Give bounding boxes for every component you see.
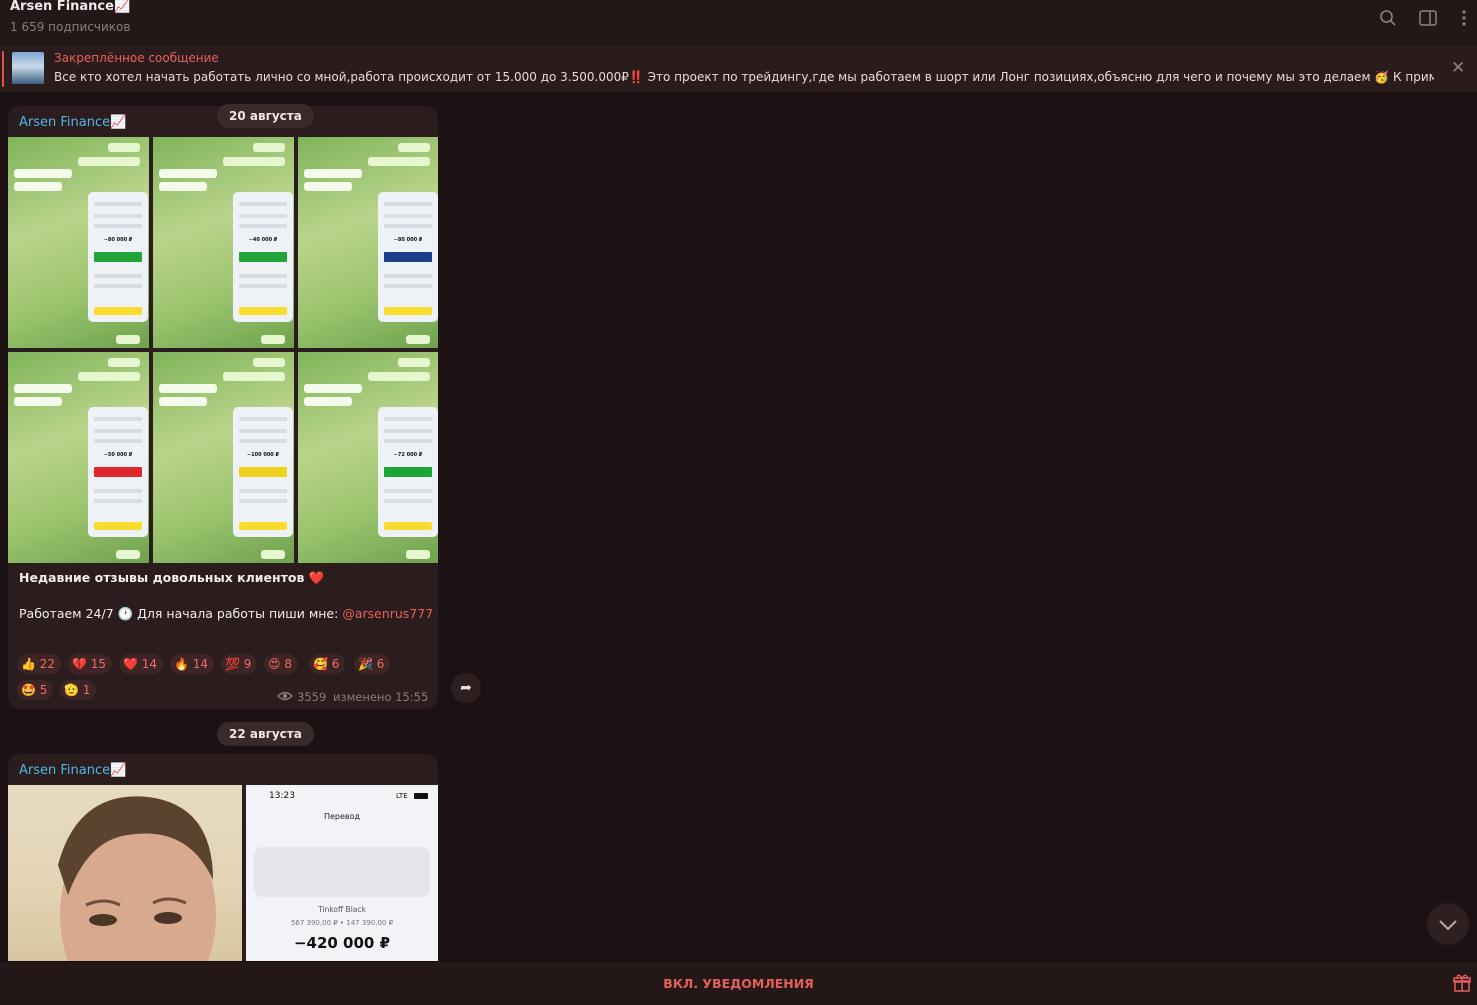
bottom-bar: ВКЛ. УВЕДОМЛЕНИЯ (0, 961, 1477, 1005)
pinned-indicator (2, 51, 4, 87)
receipt-blurred-block (254, 847, 430, 897)
reaction-emoji: 🫡 (64, 683, 83, 697)
channel-title[interactable]: Arsen Finance📈 (10, 0, 130, 14)
reaction-count: 15 (90, 657, 107, 671)
reaction-count: 9 (243, 657, 252, 671)
reaction-count: 5 (39, 683, 48, 697)
pinned-message[interactable]: Закреплённое сообщение Все кто хотел нач… (0, 45, 1477, 93)
receipt-card: Tinkoff Black (318, 905, 366, 914)
forward-icon[interactable]: ➦ (451, 673, 481, 703)
face-image (58, 796, 216, 961)
reaction-count: 6 (331, 657, 340, 671)
reaction-emoji: 🎉 (358, 657, 377, 671)
reaction-count: 6 (376, 657, 385, 671)
reaction-emoji: 🤩 (21, 683, 40, 697)
review-screenshot[interactable]: −80 000 ₽ (298, 137, 438, 348)
reaction-count: 14 (192, 657, 209, 671)
screenshot-amount: −80 000 ₽ (393, 237, 423, 243)
post-text-line1: Недавние отзывы довольных клиентов ❤️ (19, 570, 325, 585)
reaction-chip[interactable]: ❤️ 14 (119, 654, 164, 674)
chat-header: Arsen Finance📈 1 659 подписчиков (0, 0, 1477, 44)
review-screenshot[interactable]: −40 000 ₽ (153, 137, 294, 348)
reaction-count: 14 (141, 657, 158, 671)
reaction-chip[interactable]: 😍 8 (264, 654, 298, 674)
pinned-text: Все кто хотел начать работать лично со м… (54, 70, 1434, 84)
post-sender[interactable]: Arsen Finance📈 (19, 763, 126, 778)
video-thumbnail-face[interactable] (8, 785, 242, 961)
reaction-chip[interactable]: 💔 15 (68, 654, 113, 674)
view-count: 3559 (297, 690, 327, 704)
receipt-amount: −420 000 ₽ (293, 934, 391, 952)
receipt-balance: 567 390,00 ₽ • 147 390,00 ₽ (290, 919, 394, 927)
reaction-count: 1 (82, 683, 91, 697)
pinned-label: Закреплённое сообщение (54, 51, 219, 65)
review-screenshot[interactable]: −80 000 ₽ (8, 137, 149, 348)
date-separator: 22 августа (217, 722, 314, 746)
reaction-count: 8 (284, 657, 292, 671)
battery-icon (414, 793, 428, 799)
reaction-emoji: ❤️ (123, 657, 142, 671)
screenshot-amount: −100 000 ₽ (246, 452, 280, 458)
reaction-chip[interactable]: 💯 9 (221, 654, 258, 674)
reaction-emoji: 💔 (72, 657, 91, 671)
reaction-emoji: 😍 (268, 657, 285, 671)
search-icon[interactable] (1378, 8, 1398, 28)
reaction-emoji: 👍 (21, 657, 40, 671)
review-screenshot[interactable]: −50 000 ₽ (8, 352, 149, 563)
mention-link[interactable]: @arsenrus777 (342, 606, 433, 621)
date-separator: 20 августа (217, 104, 314, 128)
reaction-chip[interactable]: 🤩 5 (17, 680, 54, 700)
pinned-thumbnail (12, 52, 44, 84)
reaction-chip[interactable]: 🥰 6 (309, 654, 346, 674)
screenshot-amount: −72 000 ₽ (393, 452, 423, 458)
post-text-line2: Работаем 24/7 🕐 Для начала работы пиши м… (19, 606, 433, 622)
screenshot-amount: −80 000 ₽ (103, 237, 133, 243)
reaction-chip[interactable]: 🎉 6 (354, 654, 391, 674)
sidebar-toggle-icon[interactable] (1418, 8, 1438, 28)
close-icon[interactable]: ✕ (1451, 58, 1465, 78)
chevron-down-icon (1439, 920, 1457, 931)
reaction-chip[interactable]: 🫡 1 (60, 680, 97, 700)
more-icon[interactable] (1454, 8, 1474, 28)
reaction-count: 22 (39, 657, 56, 671)
edited-time: изменено 15:55 (333, 690, 429, 704)
transfer-receipt-image[interactable]: 13:23 LTE Перевод Tinkoff Black 567 390,… (246, 785, 438, 961)
review-screenshot[interactable]: −72 000 ₽ (298, 352, 438, 563)
screenshot-amount: −40 000 ₽ (248, 237, 278, 243)
reaction-chip[interactable]: 🔥 14 (170, 654, 215, 674)
reaction-chip[interactable]: 👍 22 (17, 654, 62, 674)
reaction-emoji: 🥰 (313, 657, 332, 671)
review-screenshot[interactable]: −100 000 ₽ (153, 352, 294, 563)
post-sender[interactable]: Arsen Finance📈 (19, 115, 126, 130)
subscriber-count: 1 659 подписчиков (10, 20, 131, 34)
scroll-down-button[interactable] (1427, 903, 1469, 945)
enable-notifications-button[interactable]: ВКЛ. УВЕДОМЛЕНИЯ (0, 976, 1477, 991)
receipt-time: 13:23 (269, 791, 295, 801)
post-text-prefix: Работаем 24/7 🕐 Для начала работы пиши м… (19, 606, 343, 621)
receipt-title: Перевод (323, 812, 361, 821)
reaction-emoji: 🔥 (174, 657, 193, 671)
gift-icon[interactable] (1452, 973, 1472, 993)
reaction-emoji: 💯 (225, 657, 244, 671)
eye-icon (277, 691, 293, 701)
screenshot-amount: −50 000 ₽ (103, 452, 133, 458)
receipt-network: LTE (396, 792, 408, 800)
